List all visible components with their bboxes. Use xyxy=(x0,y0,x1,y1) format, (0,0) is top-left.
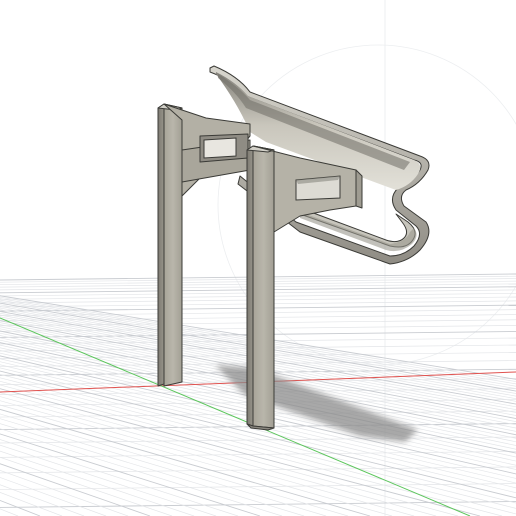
grid-line xyxy=(0,466,516,474)
model-scene[interactable] xyxy=(0,0,516,516)
back-brace-slot xyxy=(203,137,237,159)
3d-viewport[interactable] xyxy=(0,0,516,516)
y-axis-line xyxy=(0,317,471,516)
